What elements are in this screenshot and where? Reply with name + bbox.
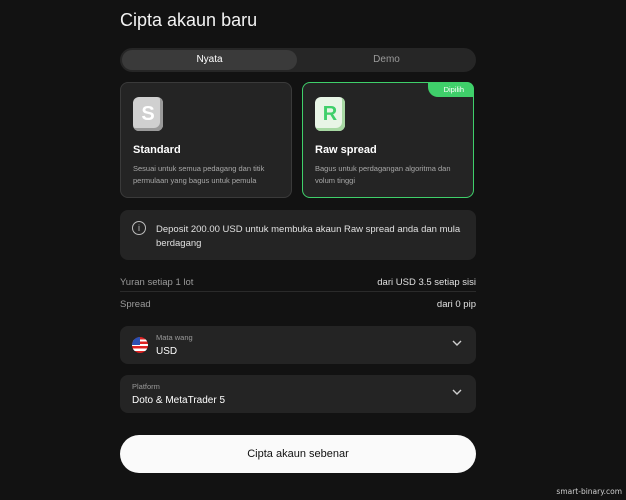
account-card-raw-spread[interactable]: Dipilih R Raw spread Bagus untuk perdaga…	[302, 82, 474, 198]
account-name: Raw spread	[315, 144, 377, 156]
create-real-account-button[interactable]: Cipta akaun sebenar	[120, 435, 476, 473]
account-type-tabs: Nyata Demo	[120, 48, 476, 72]
chevron-down-icon	[452, 340, 462, 346]
currency-label: Mata wang	[156, 333, 193, 342]
chevron-down-icon	[452, 389, 462, 395]
deposit-info-text: Deposit 200.00 USD untuk membuka akaun R…	[156, 224, 461, 249]
us-flag-icon	[132, 337, 148, 353]
spread-label: Spread	[120, 299, 151, 310]
standard-logo-icon: S	[133, 97, 163, 131]
page-title: Cipta akaun baru	[120, 10, 258, 30]
deposit-info-box: i Deposit 200.00 USD untuk membuka akaun…	[120, 210, 476, 260]
platform-value: Doto & MetaTrader 5	[132, 395, 226, 406]
divider	[120, 291, 476, 292]
selected-badge: Dipilih	[427, 82, 474, 97]
currency-value: USD	[156, 346, 178, 357]
tab-demo[interactable]: Demo	[299, 50, 474, 70]
raw-logo-icon: R	[315, 97, 345, 131]
platform-select[interactable]: Platform Doto & MetaTrader 5	[120, 375, 476, 413]
info-icon: i	[132, 221, 146, 235]
currency-select[interactable]: Mata wang USD	[120, 326, 476, 364]
account-card-standard[interactable]: S Standard Sesuai untuk semua pedagang d…	[120, 82, 292, 198]
watermark: smart-binary.com	[556, 487, 622, 496]
account-name: Standard	[133, 144, 181, 156]
tab-nyata[interactable]: Nyata	[122, 50, 297, 70]
commission-value: dari USD 3.5 setiap sisi	[377, 277, 476, 288]
spread-value: dari 0 pip	[436, 299, 476, 310]
platform-label: Platform	[132, 382, 160, 391]
commission-label: Yuran setiap 1 lot	[120, 277, 194, 288]
account-description: Sesuai untuk semua pedagang dan titik pe…	[133, 164, 265, 185]
account-description: Bagus untuk perdagangan algoritma dan vo…	[315, 164, 451, 185]
